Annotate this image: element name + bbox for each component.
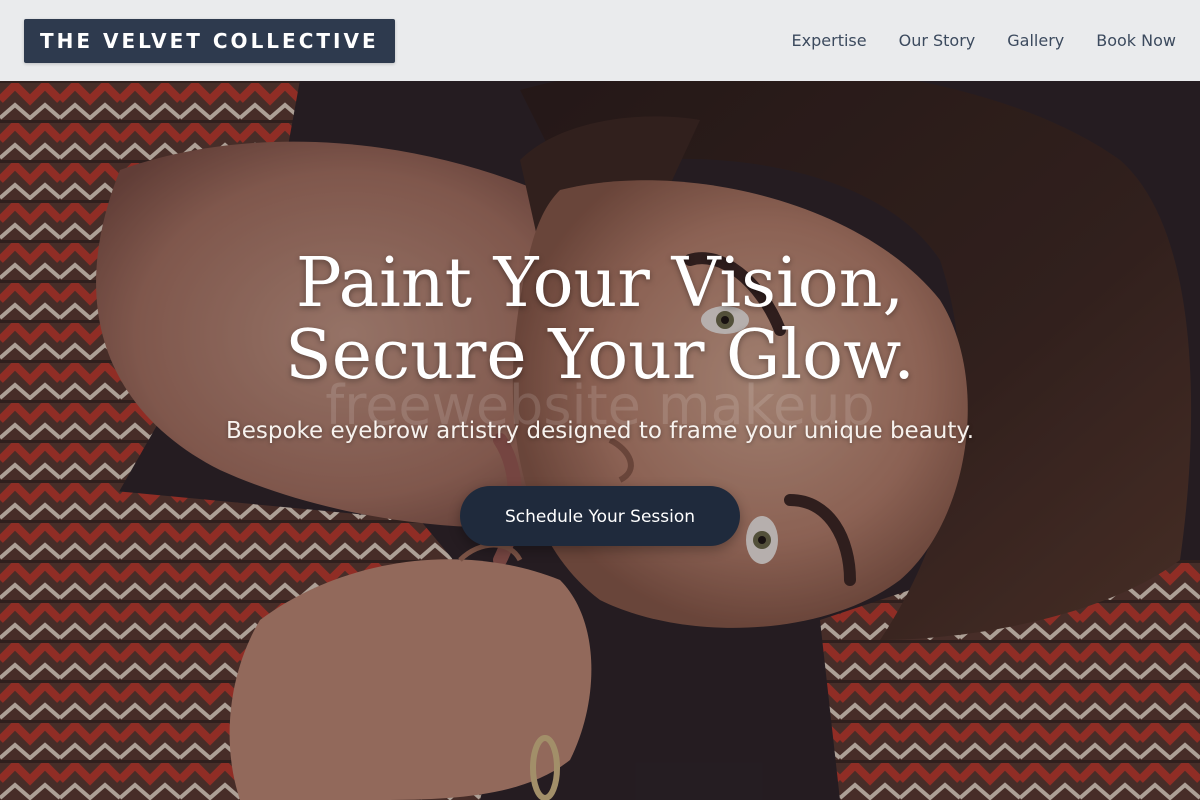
hero-section: freewebsite makeup Paint Your Vision, Se… — [0, 248, 1200, 546]
brand-logo[interactable]: THE VELVET COLLECTIVE — [24, 18, 395, 63]
hero-subtitle: Bespoke eyebrow artistry designed to fra… — [225, 418, 975, 444]
nav-link-expertise[interactable]: Expertise — [792, 31, 867, 50]
hero-title: Paint Your Vision, Secure Your Glow. — [0, 248, 1200, 392]
schedule-session-button[interactable]: Schedule Your Session — [460, 486, 740, 546]
main-nav: Expertise Our Story Gallery Book Now — [792, 31, 1176, 50]
nav-link-gallery[interactable]: Gallery — [1007, 31, 1064, 50]
nav-link-our-story[interactable]: Our Story — [899, 31, 976, 50]
hero-title-line-1: Paint Your Vision, — [295, 244, 905, 323]
landing-page: THE VELVET COLLECTIVE Expertise Our Stor… — [0, 0, 1200, 800]
hero-title-line-2: Secure Your Glow. — [285, 316, 915, 395]
nav-link-book-now[interactable]: Book Now — [1096, 31, 1176, 50]
site-header: THE VELVET COLLECTIVE Expertise Our Stor… — [0, 0, 1200, 81]
